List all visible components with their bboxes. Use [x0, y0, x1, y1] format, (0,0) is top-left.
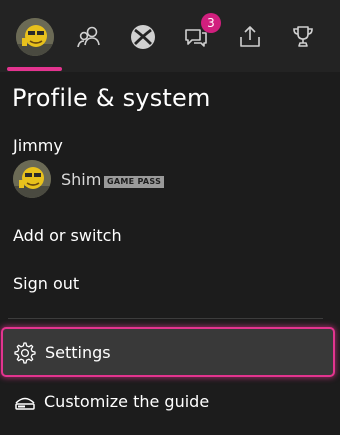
tab-people[interactable] — [66, 14, 112, 60]
customize-guide-label: Customize the guide — [44, 392, 210, 411]
page-title: Profile & system — [12, 84, 211, 112]
gamertag: Shim — [61, 170, 102, 189]
trophy-icon — [293, 26, 313, 47]
avatar-icon — [13, 160, 51, 198]
tab-profile[interactable] — [12, 14, 58, 60]
guide-tab-bar: 3 — [0, 0, 340, 72]
game-pass-badge: GAME PASS — [104, 176, 165, 188]
xbox-guide-panel: 3 Profile & system Jimmy Shim GAME PASS … — [0, 0, 340, 435]
avatar-icon — [16, 18, 54, 56]
settings-button[interactable]: Settings — [1, 327, 335, 377]
share-icon — [240, 26, 260, 47]
xbox-logo-icon — [131, 25, 155, 49]
customize-guide-icon — [15, 397, 35, 410]
profile-avatar[interactable] — [13, 160, 51, 198]
add-or-switch-button[interactable]: Add or switch — [13, 226, 122, 245]
settings-label: Settings — [45, 343, 111, 362]
gear-icon — [14, 342, 36, 364]
messages-count-badge: 3 — [201, 13, 221, 33]
selected-tab-indicator — [7, 67, 62, 71]
people-icon — [77, 26, 100, 48]
sign-out-button[interactable]: Sign out — [13, 274, 79, 293]
tab-xbox[interactable] — [120, 14, 166, 60]
divider — [8, 318, 323, 319]
profile-name: Jimmy — [13, 136, 63, 155]
tab-achievements[interactable] — [280, 14, 326, 60]
customize-guide-button[interactable]: Customize the guide — [0, 386, 330, 420]
tab-share[interactable] — [227, 14, 273, 60]
